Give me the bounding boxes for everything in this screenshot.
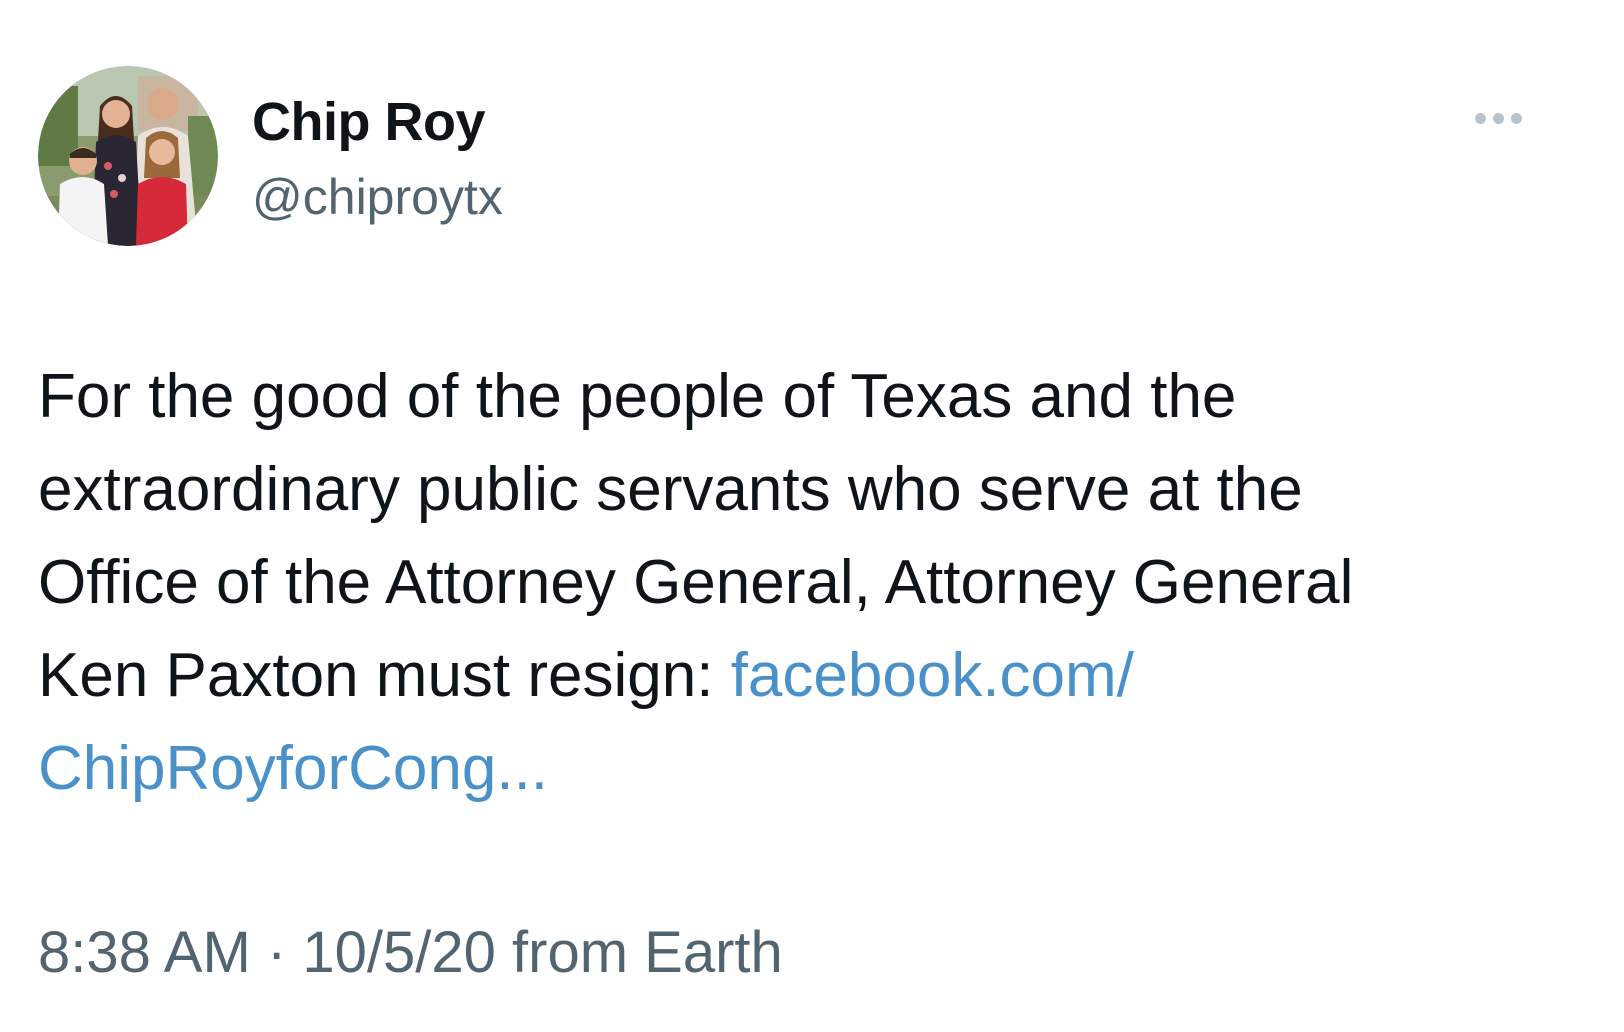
tweet-text-line: extraordinary public servants who serve … [38, 455, 1303, 524]
author-display-name[interactable]: Chip Roy [252, 92, 486, 152]
tweet-text-line-with-link: Ken Paxton must resign: facebook.com/ [38, 629, 1598, 722]
avatar[interactable] [38, 66, 218, 246]
tweet-text: For the good of the people of Texas and … [38, 350, 1598, 815]
tweet-time[interactable]: 8:38 AM [38, 920, 251, 985]
author-handle[interactable]: @chiproytx [252, 168, 503, 226]
more-options-icon [1474, 112, 1486, 124]
family-photo-icon [38, 66, 218, 246]
tweet-metadata: 8:38 AM · 10/5/20 from Earth [38, 920, 783, 986]
tweet-date[interactable]: 10/5/20 [302, 920, 496, 985]
tweet-link-continued-line: ChipRoyforCong... [38, 722, 1598, 815]
tweet-source: from Earth [512, 920, 783, 985]
meta-separator: · [266, 920, 287, 985]
tweet-card: Chip Roy @chiproytx For the good of the … [0, 0, 1624, 1032]
tweet-text-line: For the good of the people of Texas and … [38, 362, 1237, 431]
more-options-button[interactable] [1458, 96, 1538, 140]
tweet-text-line: Office of the Attorney General, Attorney… [38, 548, 1354, 617]
tweet-link[interactable]: facebook.com/ [731, 641, 1134, 710]
tweet-link-continued[interactable]: ChipRoyforCong... [38, 734, 548, 803]
more-options-icon-dot [1510, 112, 1522, 124]
tweet-text-segment: Ken Paxton must resign: [38, 641, 731, 710]
more-options-icon-dot [1492, 112, 1504, 124]
